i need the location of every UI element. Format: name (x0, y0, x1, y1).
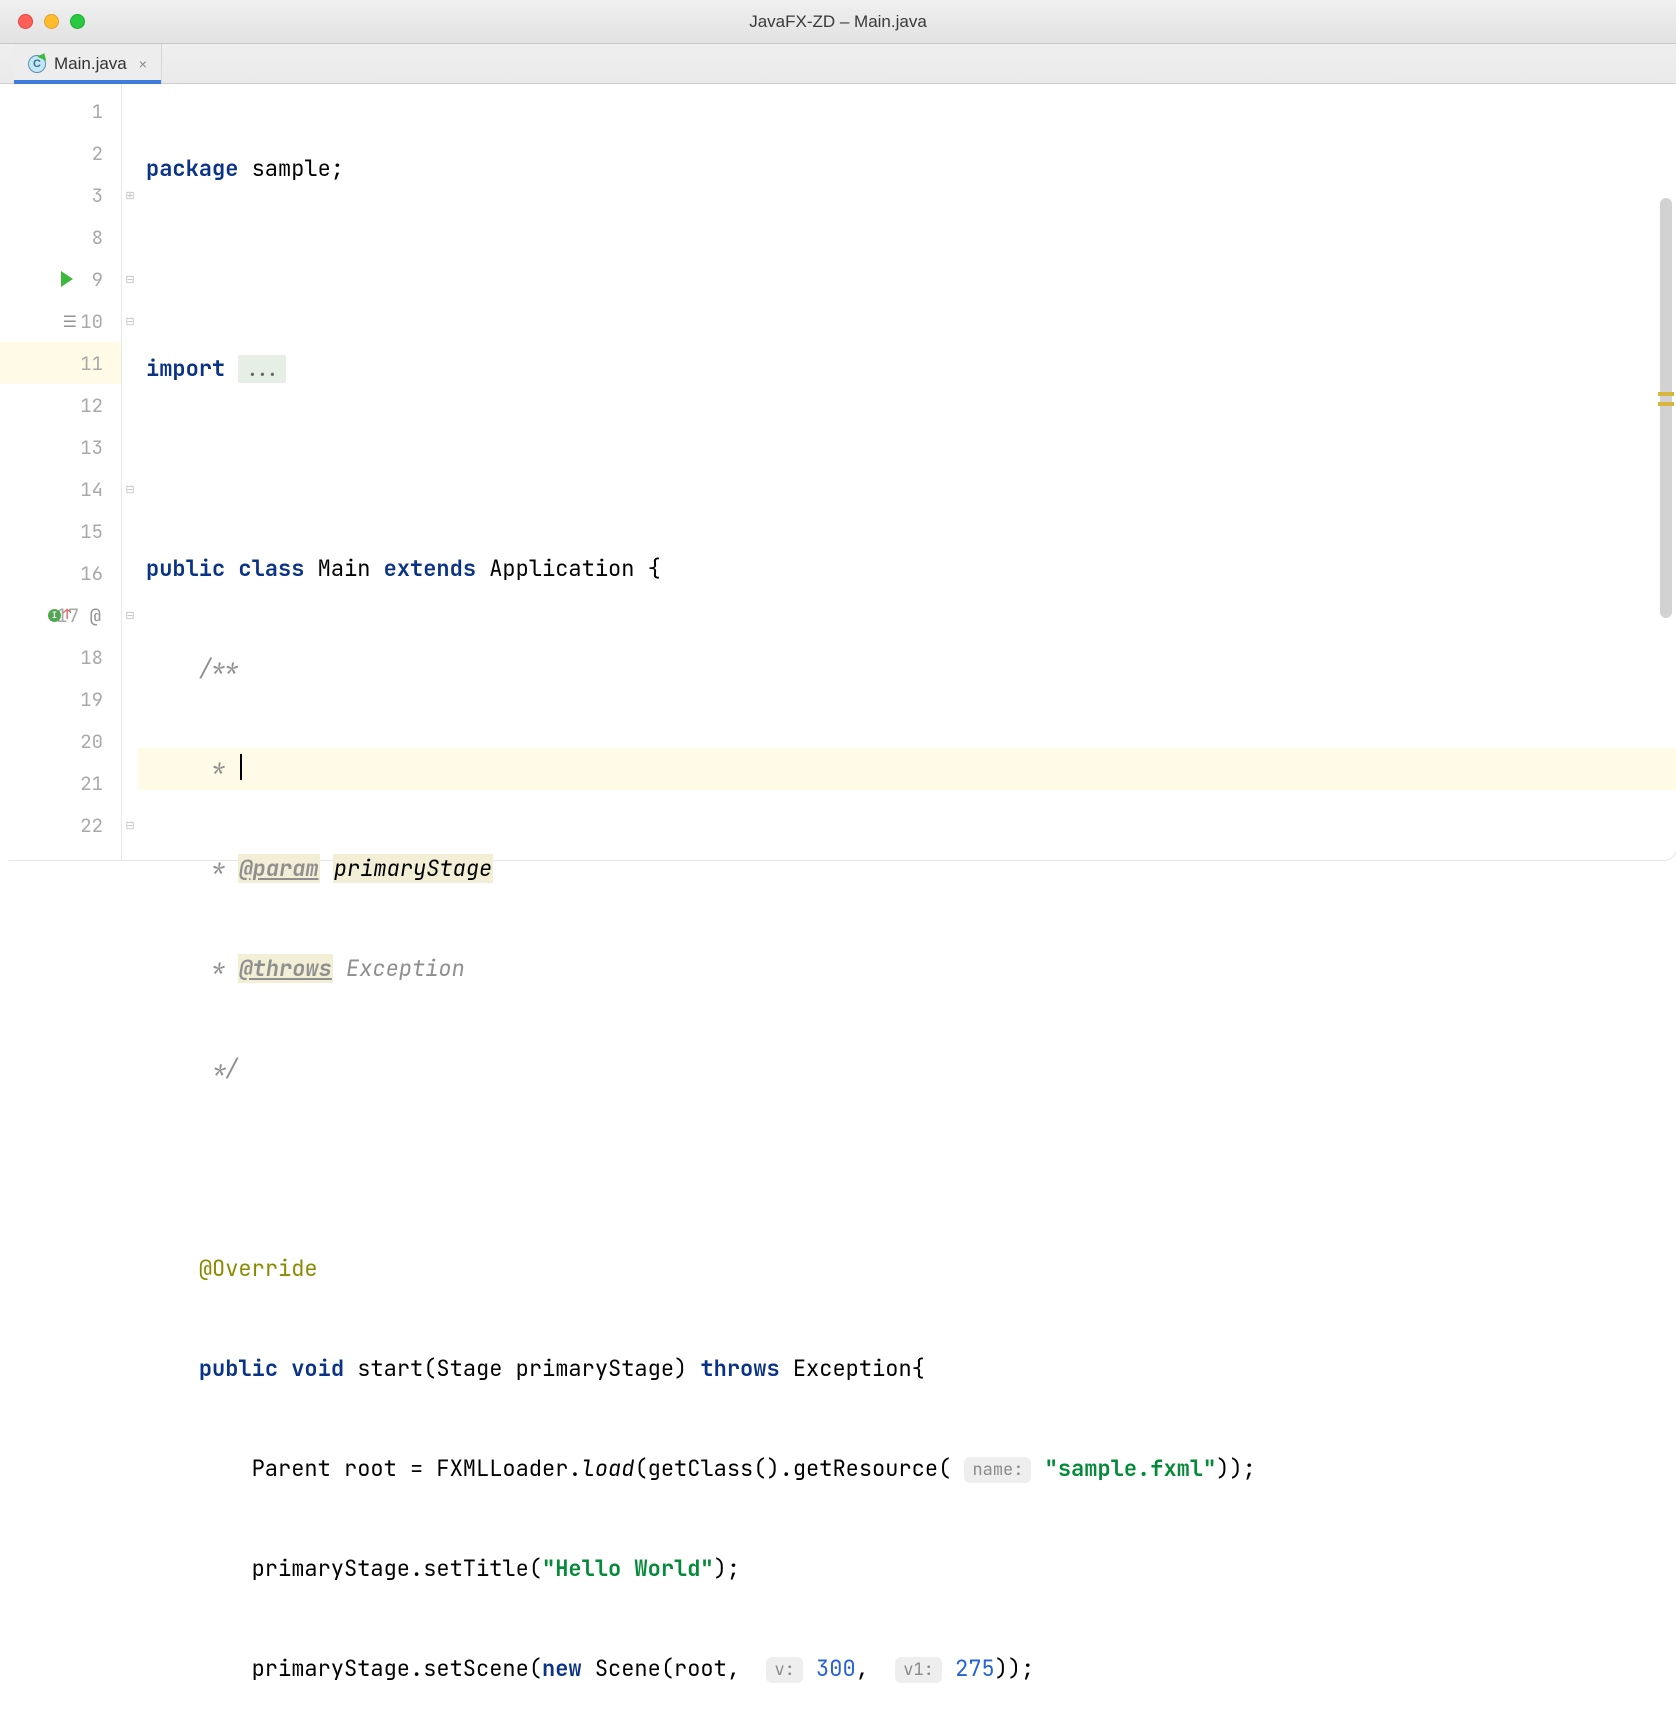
code-line: public void start(Stage primaryStage) th… (138, 1348, 1676, 1390)
tab-main-java[interactable]: C Main.java × (14, 44, 162, 83)
titlebar: JavaFX-ZD – Main.java (0, 0, 1676, 44)
code-editor[interactable]: package sample; import ... public class … (138, 84, 1676, 860)
code-line: primaryStage.setScene(new Scene(root, v:… (138, 1648, 1676, 1690)
line-number: 20 (0, 720, 121, 762)
code-line: Parent root = FXMLLoader.load(getClass()… (138, 1448, 1676, 1490)
vertical-scrollbar[interactable] (1658, 174, 1674, 854)
param-hint: v: (766, 1657, 802, 1683)
line-number: 16 (0, 552, 121, 594)
editor-tabs: C Main.java × (0, 44, 1676, 84)
code-line: primaryStage.setTitle("Hello World"); (138, 1548, 1676, 1590)
tab-label: Main.java (54, 54, 127, 74)
line-number: 12 (0, 384, 121, 426)
line-number: 18 (0, 636, 121, 678)
scroll-thumb[interactable] (1660, 198, 1672, 618)
param-hint: name: (964, 1457, 1031, 1483)
code-line: import ... (138, 348, 1676, 390)
code-line: * (138, 748, 1676, 790)
annotation-gutter-icon[interactable]: @ (90, 603, 101, 628)
line-number: 11 (0, 342, 121, 384)
run-icon[interactable] (61, 271, 73, 287)
line-number: 9 (0, 258, 121, 300)
traffic-lights (0, 14, 85, 29)
scrollbar-marker[interactable] (1658, 402, 1674, 406)
line-number: 8 (0, 216, 121, 258)
code-line (138, 248, 1676, 290)
fold-handle-icon[interactable]: ⊟ (125, 819, 134, 832)
fold-handle-icon[interactable]: ⊟ (125, 483, 134, 496)
editor-area: 1 2 3 8 9 ☰10 11 12 13 14 15 16 I↑@17 18… (0, 84, 1676, 860)
text-caret (240, 754, 242, 780)
window-title: JavaFX-ZD – Main.java (0, 12, 1676, 32)
line-number: 1 (0, 90, 121, 132)
code-line (138, 448, 1676, 490)
line-number: 13 (0, 426, 121, 468)
line-number: 14 (0, 468, 121, 510)
override-icon[interactable]: I↑ (48, 606, 71, 624)
maximize-window-button[interactable] (70, 14, 85, 29)
fold-column[interactable]: ⊞ ⊟ ⊟ ⊟ ⊟ ⊟ (122, 84, 138, 860)
line-number: ☰10 (0, 300, 121, 342)
param-hint: v1: (895, 1657, 942, 1683)
gutter[interactable]: 1 2 3 8 9 ☰10 11 12 13 14 15 16 I↑@17 18… (0, 84, 122, 860)
fold-expand-icon[interactable]: ⊞ (125, 189, 134, 202)
line-number: 3 (0, 174, 121, 216)
scrollbar-marker[interactable] (1658, 392, 1674, 396)
code-line: @Override (138, 1248, 1676, 1290)
line-number: 15 (0, 510, 121, 552)
code-line: */ (138, 1048, 1676, 1090)
code-line: * @param primaryStage (138, 848, 1676, 890)
fold-handle-icon[interactable]: ⊟ (125, 315, 134, 328)
code-line: /** (138, 648, 1676, 690)
line-number: 19 (0, 678, 121, 720)
code-line: public class Main extends Application { (138, 548, 1676, 590)
folded-imports[interactable]: ... (238, 355, 286, 383)
line-number: 2 (0, 132, 121, 174)
tab-close-icon[interactable]: × (139, 56, 147, 72)
line-number: 21 (0, 762, 121, 804)
fold-handle-icon[interactable]: ⊟ (125, 609, 134, 622)
bookmark-icon[interactable]: ☰ (63, 311, 77, 332)
line-number: 22 (0, 804, 121, 846)
line-number: I↑@17 (0, 594, 121, 636)
java-class-icon: C (28, 55, 46, 73)
fold-handle-icon[interactable]: ⊟ (125, 273, 134, 286)
minimize-window-button[interactable] (44, 14, 59, 29)
code-line: * @throws Exception (138, 948, 1676, 990)
code-line (138, 1148, 1676, 1190)
code-line: package sample; (138, 148, 1676, 190)
close-window-button[interactable] (18, 14, 33, 29)
